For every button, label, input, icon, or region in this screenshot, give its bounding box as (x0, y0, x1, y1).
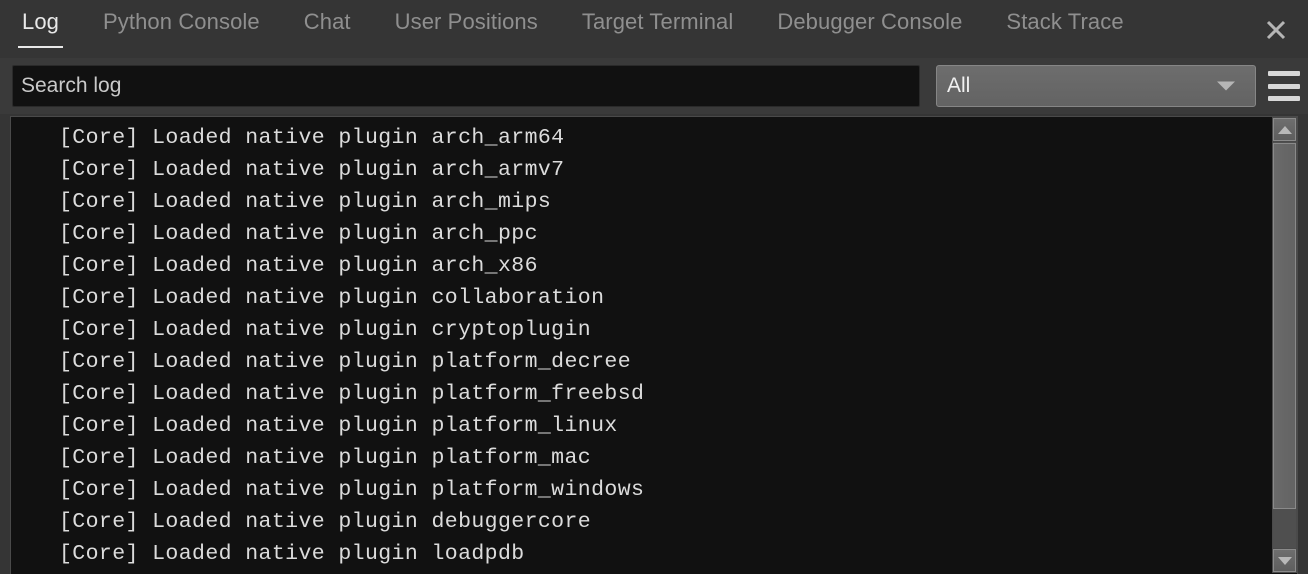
tab-label: Target Terminal (581, 9, 734, 34)
log-line: [Core] Loaded native plugin cryptoplugin (59, 318, 592, 342)
tab-target-terminal[interactable]: Target Terminal (560, 0, 756, 44)
tab-label: Log (22, 9, 60, 34)
log-line-list[interactable]: [Core] Loaded native plugin arch_arm64 [C… (11, 117, 1274, 573)
hamburger-icon-bar (1268, 96, 1300, 101)
log-line: [Core] Loaded native plugin arch_armv7 (59, 158, 565, 182)
filter-selected-value: All (947, 74, 971, 97)
log-level-filter-dropdown[interactable]: All (936, 65, 1256, 107)
log-line: [Core] Loaded native plugin debuggercore (59, 510, 592, 534)
tab-bar: Log Python Console Chat User Positions T… (0, 0, 1308, 58)
tab-label: Debugger Console (777, 9, 963, 34)
log-line: [Core] Loaded native plugin platform_dec… (59, 350, 631, 374)
log-scrollbar[interactable] (1272, 117, 1297, 573)
scroll-up-button[interactable] (1273, 118, 1296, 141)
log-panel: Log Python Console Chat User Positions T… (0, 0, 1308, 574)
close-panel-button[interactable] (1254, 8, 1298, 52)
scroll-down-button[interactable] (1273, 549, 1296, 572)
tab-list: Log Python Console Chat User Positions T… (0, 0, 1146, 58)
log-line: [Core] Loaded native plugin loadpdb (59, 542, 525, 566)
close-icon (1266, 20, 1286, 40)
chevron-down-icon (1217, 81, 1235, 91)
log-line: [Core] Loaded native plugin arch_arm64 (59, 126, 565, 150)
tab-label: Python Console (103, 9, 260, 34)
tab-user-positions[interactable]: User Positions (373, 0, 560, 44)
hamburger-icon-bar (1268, 71, 1300, 76)
scrollbar-thumb[interactable] (1273, 143, 1296, 509)
tab-log[interactable]: Log (0, 0, 81, 48)
tab-debugger-console[interactable]: Debugger Console (755, 0, 984, 44)
log-line: [Core] Loaded native plugin arch_ppc (59, 222, 538, 246)
log-line: [Core] Loaded native plugin platform_mac (59, 446, 592, 470)
log-line: [Core] Loaded native plugin platform_lin… (59, 414, 618, 438)
log-line: [Core] Loaded native plugin platform_fre… (59, 382, 645, 406)
log-line: [Core] Loaded native plugin arch_x86 (59, 254, 538, 278)
arrow-up-icon (1277, 125, 1292, 134)
tab-label: Chat (303, 9, 351, 34)
arrow-down-icon (1277, 556, 1292, 565)
log-menu-button[interactable] (1268, 71, 1300, 101)
log-line: [Core] Loaded native plugin arch_mips (59, 190, 552, 214)
log-line: [Core] Loaded native plugin collaboratio… (59, 286, 605, 310)
hamburger-icon-bar (1268, 83, 1300, 89)
search-input[interactable] (12, 65, 920, 107)
log-line: [Core] Loaded native plugin platform_win… (59, 478, 645, 502)
active-tab-indicator (18, 46, 64, 48)
tab-python-console[interactable]: Python Console (81, 0, 282, 44)
log-toolbar: All (0, 58, 1308, 114)
tab-label: Stack Trace (1006, 9, 1124, 34)
tab-label: User Positions (394, 9, 538, 34)
tab-stack-trace[interactable]: Stack Trace (984, 0, 1145, 44)
log-output-area: [Core] Loaded native plugin arch_arm64 [C… (10, 116, 1298, 574)
tab-chat[interactable]: Chat (282, 0, 373, 44)
